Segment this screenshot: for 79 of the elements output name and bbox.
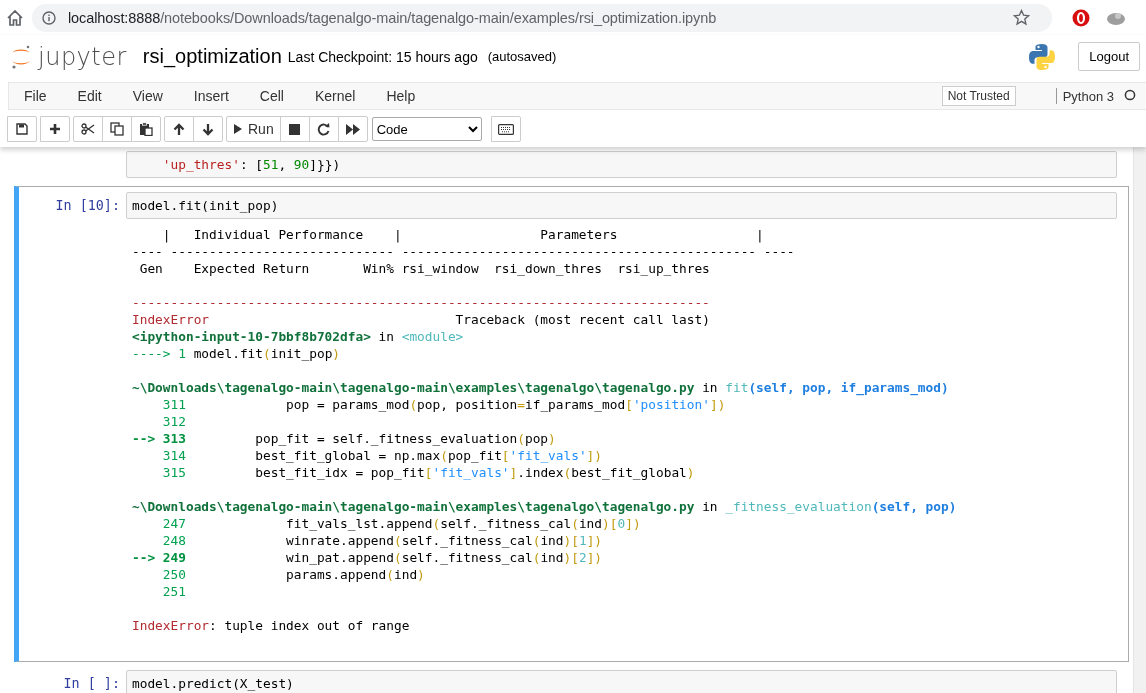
notebook-name[interactable]: rsi_optimization	[142, 45, 282, 68]
notebook-cell[interactable]	[14, 186, 1129, 662]
output-line: <ipython-input-10-7bbf8b702dfa> in <module>	[132, 328, 464, 345]
jupyter-logo-icon	[10, 43, 32, 70]
command-palette-button[interactable]	[490, 116, 521, 142]
kernel-name: Python 3	[1062, 88, 1114, 104]
menu-item[interactable]: View	[130, 88, 176, 104]
output-line: ----> 1 model.fit(init_pop)	[132, 345, 341, 362]
plus-icon	[49, 123, 61, 135]
address-bar[interactable]: localhost:8888/notebooks/Downloads/tagenalgo-main/tagenalgo-main/examples/rsi_optimization.ipynb	[32, 3, 1052, 32]
restart-button[interactable]	[308, 116, 339, 142]
code-line: model.predict(X_test)	[132, 675, 294, 692]
fast-forward-icon	[345, 123, 360, 135]
restart-icon	[317, 122, 331, 136]
home-icon[interactable]	[6, 8, 24, 27]
url-path: /notebooks/Downloads/tagenalgo-main/tagenalgo-main/examples/rsi_optimization.ipynb	[160, 9, 717, 26]
output-line: ---------------------------------------------------------------------------	[132, 294, 710, 311]
autosave-status: (autosaved)	[487, 49, 557, 64]
notebook-cell[interactable]: In [ ]: model.predict(X_test)	[14, 664, 1129, 693]
input-prompt: In [10]:	[55, 198, 120, 213]
output-line: 315 best_fit_idx = pop_fit['fit_vals'].index(best_fit_global)	[161, 464, 695, 481]
run-button[interactable]: Run	[226, 116, 281, 142]
checkpoint-status: Last Checkpoint: 15 hours ago	[287, 48, 478, 65]
star-icon[interactable]	[1013, 9, 1030, 26]
output-line: 251	[161, 583, 186, 600]
run-all-button[interactable]	[337, 116, 368, 142]
input-prompt: In [ ]:	[63, 676, 120, 691]
python-logo-icon	[1028, 42, 1057, 71]
menu-item[interactable]: Kernel	[312, 88, 369, 104]
cell-type-select[interactable]: Code	[371, 117, 482, 141]
logout-button[interactable]: Logout	[1078, 42, 1140, 71]
stop-button[interactable]	[279, 116, 310, 142]
output-line: --> 313 pop_fit = self._fitness_evaluation(pop)	[132, 430, 556, 447]
menu-item[interactable]: Edit	[75, 88, 115, 104]
output-line: Gen Expected Return Win% rsi_window rsi_down_thres rsi_up_thres	[138, 260, 710, 277]
output-line: ~\Downloads\tagenalgo-main\tagenalgo-main\examples\tagenalgo\tagenalgo.py in _fitness_evaluation(self, pop)	[132, 498, 957, 515]
up-arrow-icon	[173, 122, 185, 136]
jupyter-logo-text[interactable]: jupyter	[38, 42, 127, 71]
code-input[interactable]: 'up_thres': [51, 90]}})	[126, 151, 1117, 178]
menu-item[interactable]: Cell	[257, 88, 297, 104]
move-down-button[interactable]	[193, 116, 223, 142]
code-line: 'up_thres': [51, 90]}})	[161, 156, 341, 173]
menu-item[interactable]: Insert	[191, 88, 242, 104]
output-line: ---- ----------------------------- ---------------------------------------------- ----	[132, 243, 795, 260]
code-input[interactable]: model.fit(init_pop)	[126, 192, 1117, 219]
down-arrow-icon	[202, 122, 214, 136]
insert-cell-button[interactable]	[40, 116, 70, 142]
output-line: 312	[161, 413, 186, 430]
scrollbar[interactable]	[1133, 147, 1146, 693]
output-line: 314 best_fit_global = np.max(pop_fit['fit_vals'])	[161, 447, 603, 464]
output-line: 247 fit_vals_lst.append(self._fitness_cal(ind)[0])	[161, 515, 641, 532]
code-input[interactable]: model.predict(X_test)	[126, 670, 1117, 693]
trust-status-button[interactable]: Not Trusted	[941, 86, 1016, 106]
output-line: IndexError Traceback (most recent call last)	[132, 311, 710, 328]
save-button[interactable]	[7, 116, 37, 142]
output-line: --> 249 win_pat.append(self._fitness_cal(ind)[2])	[132, 549, 603, 566]
copy-icon	[110, 122, 124, 136]
cut-button[interactable]	[73, 116, 103, 142]
output-line: IndexError: tuple index out of range	[132, 617, 410, 634]
scissors-icon	[81, 123, 95, 135]
menu-item[interactable]: Help	[384, 88, 429, 104]
play-icon	[233, 123, 243, 135]
url-host: localhost:8888	[68, 9, 161, 26]
info-icon	[42, 10, 56, 25]
output-line: 248 winrate.append(self._fitness_cal(ind)[1])	[161, 532, 603, 549]
save-icon	[16, 123, 28, 135]
clipboard-icon	[139, 122, 153, 136]
keyboard-icon	[497, 123, 514, 135]
code-line: model.fit(init_pop)	[132, 197, 279, 214]
output-line: | Individual Performance | Parameters |	[161, 226, 764, 243]
copy-button[interactable]	[102, 116, 132, 142]
paste-button[interactable]	[131, 116, 161, 142]
notebook-cell[interactable]: 'up_thres': [51, 90]}})	[14, 147, 1129, 184]
stop-icon	[289, 123, 301, 135]
output-line: ~\Downloads\tagenalgo-main\tagenalgo-main\examples\tagenalgo\tagenalgo.py in fit(self, pop, if_params_mod)	[132, 379, 949, 396]
menu-item[interactable]: File	[22, 88, 60, 104]
output-line: 311 pop = params_mod(pop, position=if_params_mod['position'])	[161, 396, 726, 413]
move-up-button[interactable]	[164, 116, 194, 142]
output-line: 250 params.append(ind)	[161, 566, 425, 583]
